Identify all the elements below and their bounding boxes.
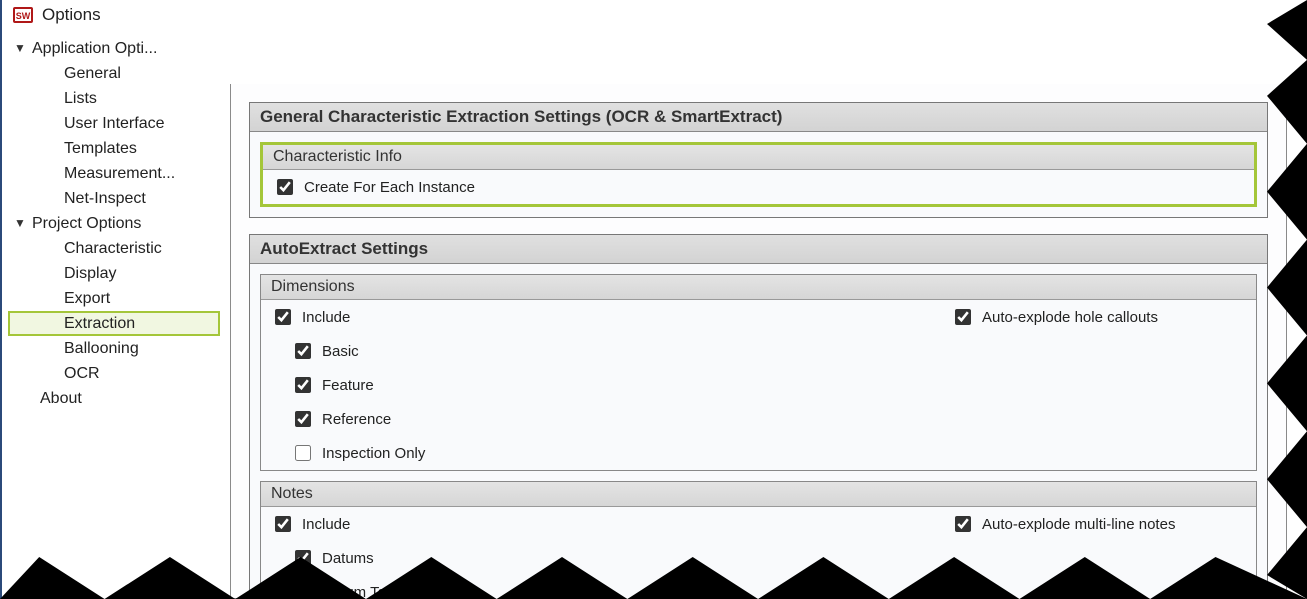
chevron-down-icon: ▼ [14, 211, 28, 236]
subpanel-dimensions: Dimensions Include Auto-explode hole cal… [260, 274, 1257, 471]
tree-item-extraction[interactable]: Extraction [8, 311, 220, 336]
checkbox-auto-explode-hole[interactable] [955, 309, 971, 325]
window-title: Options [42, 5, 101, 25]
checkbox-inspection-only[interactable] [295, 445, 311, 461]
chevron-down-icon: ▼ [14, 36, 28, 61]
tree-item-export[interactable]: Export [8, 286, 220, 311]
panel-title: AutoExtract Settings [250, 235, 1267, 264]
subpanel-title: Notes [261, 482, 1256, 507]
tree-item-about[interactable]: About [8, 386, 220, 411]
checkbox-label: Datums [322, 550, 374, 567]
tree-item-lists[interactable]: Lists [8, 86, 220, 111]
tree-item-characteristic[interactable]: Characteristic [8, 236, 220, 261]
titlebar: SW Options [2, 0, 1307, 32]
checkbox-include-notes[interactable] [275, 516, 291, 532]
tree-group-application-options[interactable]: ▼ Application Opti... [8, 36, 220, 61]
subpanel-title: Characteristic Info [263, 145, 1254, 170]
checkbox-label: Feature [322, 377, 374, 394]
options-tree: ▼ Application Opti... General Lists User… [2, 32, 222, 599]
checkbox-datums[interactable] [295, 550, 311, 566]
tree-group-label: Application Opti... [32, 36, 157, 61]
subpanel-characteristic-info: Characteristic Info Create For Each Inst… [260, 142, 1257, 207]
tree-group-label: Project Options [32, 211, 141, 236]
tree-item-user-interface[interactable]: User Interface [8, 111, 220, 136]
checkbox-label: Basic [322, 343, 359, 360]
panel-title: General Characteristic Extraction Settin… [250, 103, 1267, 132]
tree-item-measurement[interactable]: Measurement... [8, 161, 220, 186]
checkbox-label: Reference [322, 411, 391, 428]
checkbox-label: Auto-explode hole callouts [982, 309, 1158, 326]
tree-item-ballooning[interactable]: Ballooning [8, 336, 220, 361]
subpanel-title: Dimensions [261, 275, 1256, 300]
checkbox-include-dimensions[interactable] [275, 309, 291, 325]
checkbox-label: Include [302, 309, 350, 326]
checkbox-auto-explode-multiline[interactable] [955, 516, 971, 532]
checkbox-feature[interactable] [295, 377, 311, 393]
subpanel-notes: Notes Include Auto-explode multi-line no… [260, 481, 1257, 599]
tree-item-templates[interactable]: Templates [8, 136, 220, 161]
panel-general-extraction: General Characteristic Extraction Settin… [249, 102, 1268, 218]
checkbox-create-for-each-instance[interactable] [277, 179, 293, 195]
checkbox-label: Datum Targets [322, 584, 419, 599]
tree-item-general[interactable]: General [8, 61, 220, 86]
checkbox-label: Inspection Only [322, 445, 425, 462]
tree-item-display[interactable]: Display [8, 261, 220, 286]
checkbox-label: Auto-explode multi-line notes [982, 516, 1175, 533]
tree-item-ocr[interactable]: OCR [8, 361, 220, 386]
checkbox-label: Create For Each Instance [304, 179, 475, 196]
svg-text:SW: SW [16, 11, 31, 21]
tree-item-net-inspect[interactable]: Net-Inspect [8, 186, 220, 211]
checkbox-basic[interactable] [295, 343, 311, 359]
app-icon: SW [12, 4, 34, 26]
tree-group-project-options[interactable]: ▼ Project Options [8, 211, 220, 236]
checkbox-label: Include [302, 516, 350, 533]
checkbox-reference[interactable] [295, 411, 311, 427]
panel-autoextract: AutoExtract Settings Dimensions Include … [249, 234, 1268, 599]
checkbox-datum-targets[interactable] [295, 584, 311, 599]
